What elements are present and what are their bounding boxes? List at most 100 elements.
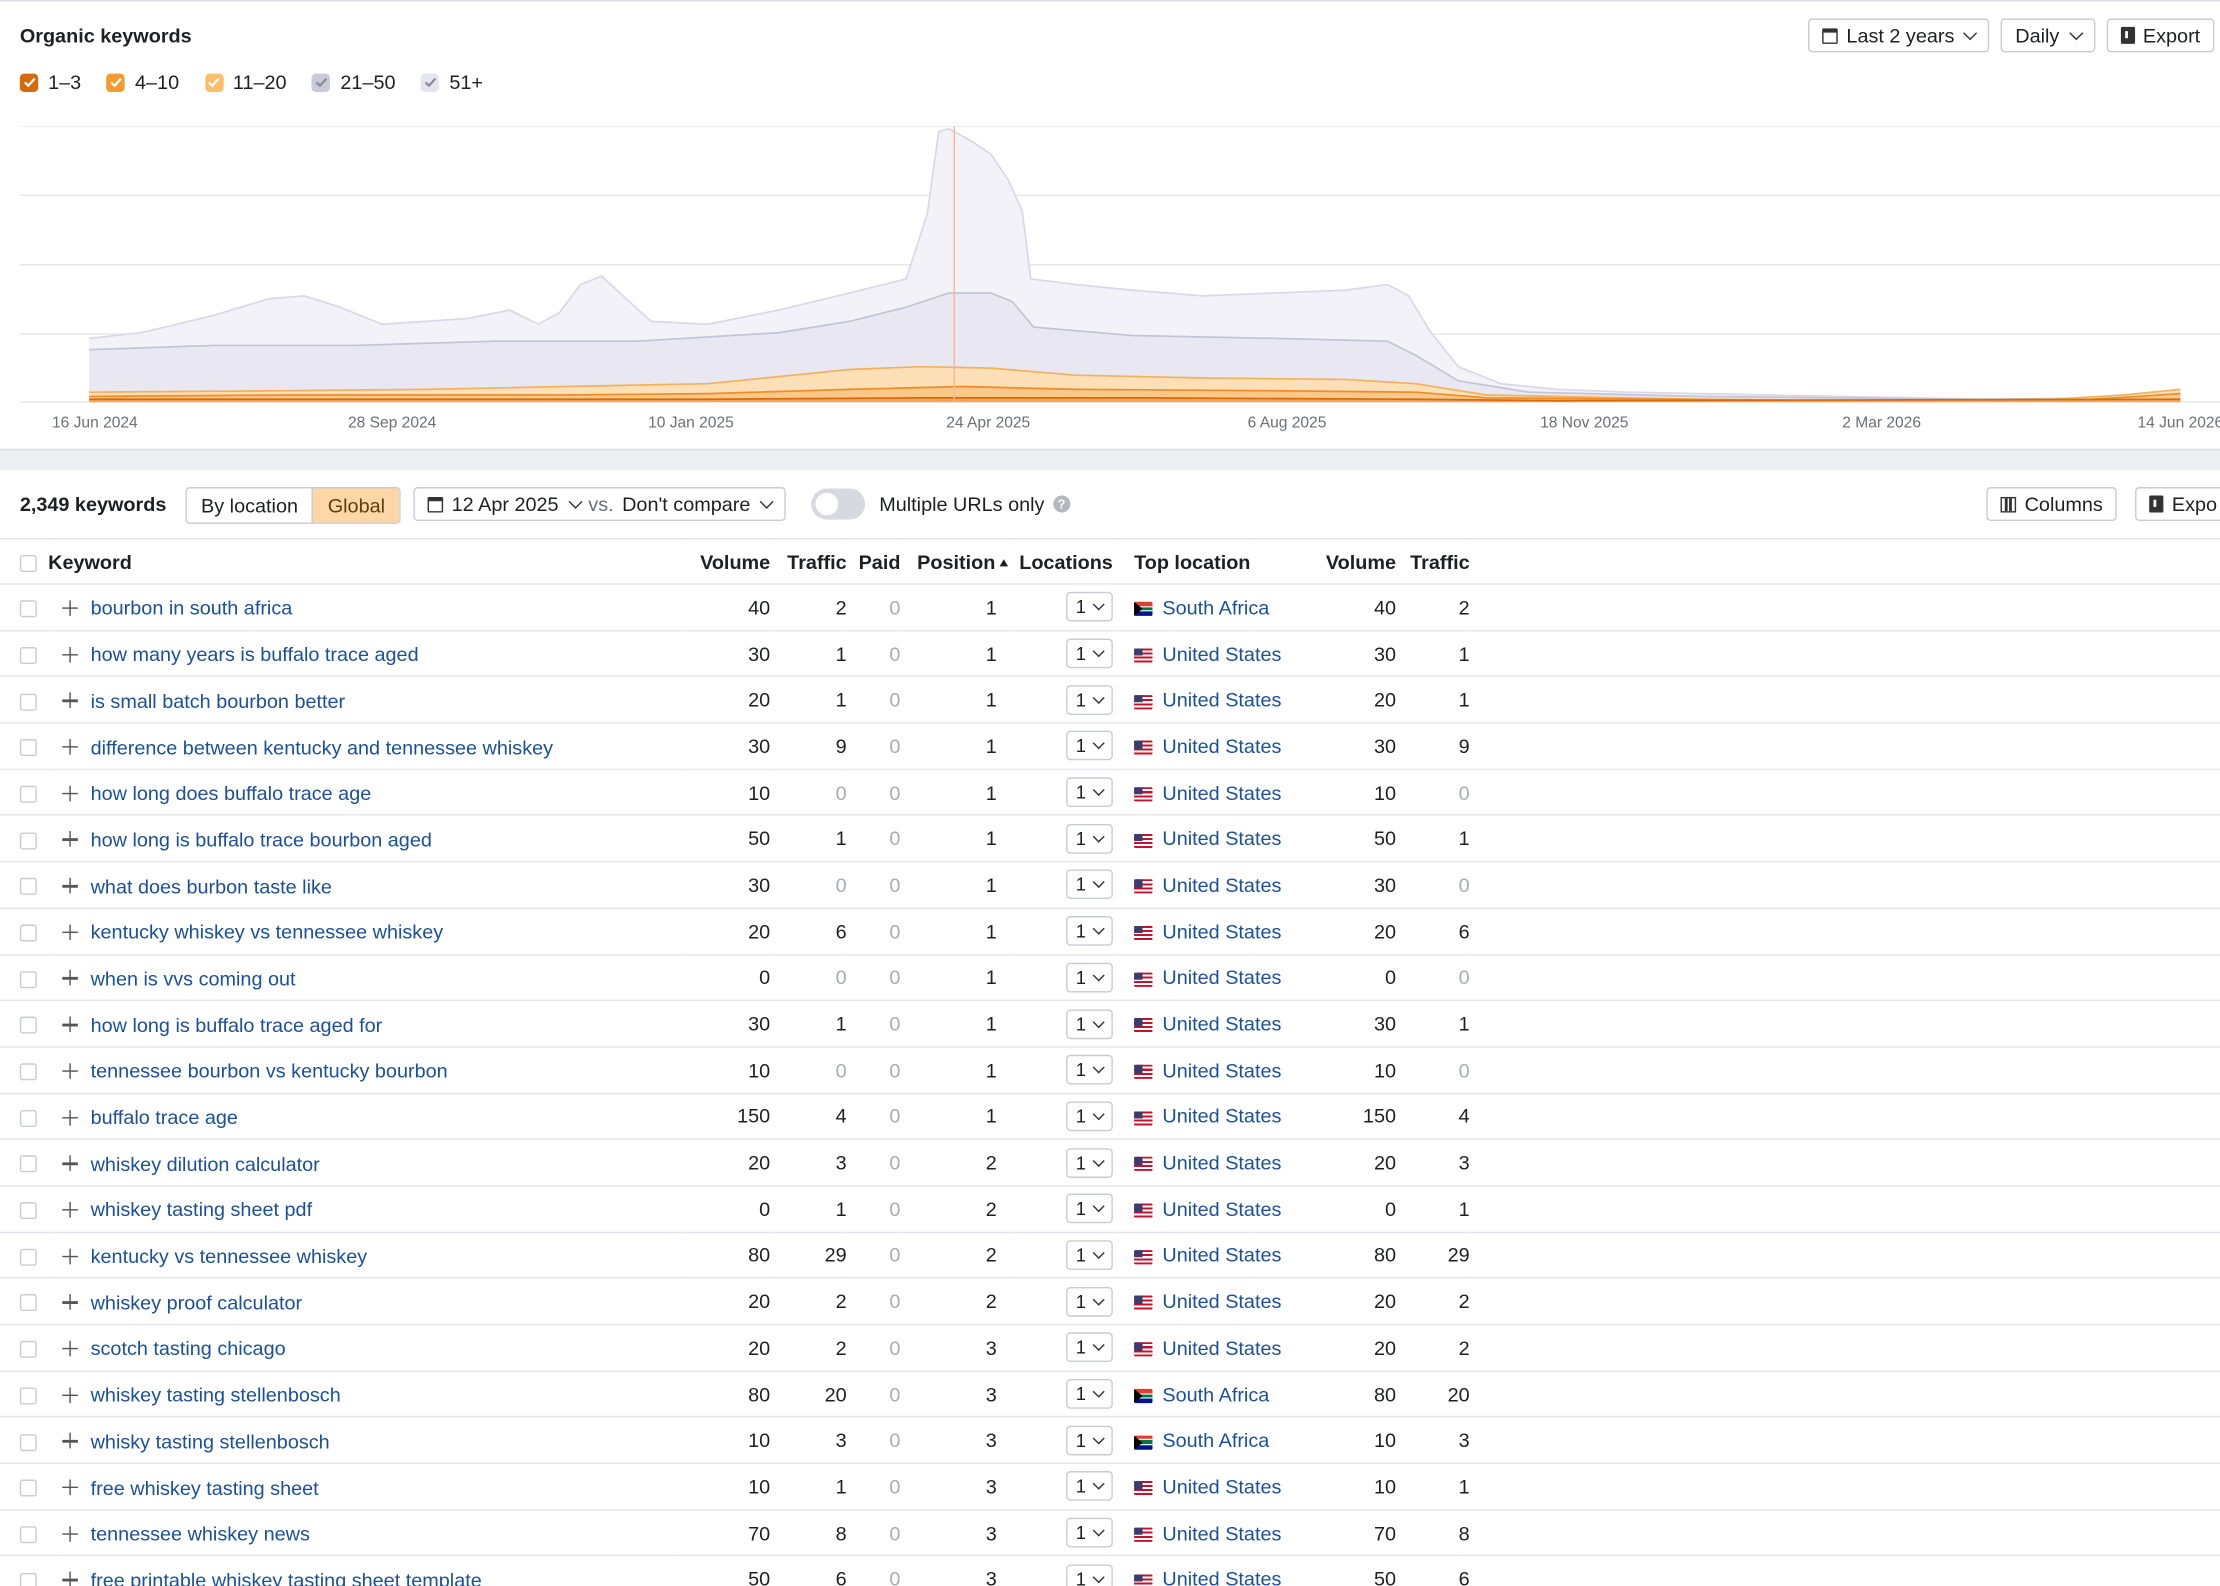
traffic2-header[interactable]: Traffic bbox=[1396, 539, 1469, 584]
locations-dropdown[interactable]: 1 bbox=[1065, 869, 1113, 900]
locations-dropdown[interactable]: 1 bbox=[1065, 962, 1113, 993]
keyword-link[interactable]: tennessee bourbon vs kentucky bourbon bbox=[78, 1060, 448, 1083]
add-keyword-icon[interactable] bbox=[62, 1525, 78, 1542]
row-checkbox[interactable] bbox=[19, 878, 37, 896]
add-keyword-icon[interactable] bbox=[62, 877, 78, 894]
add-keyword-icon[interactable] bbox=[62, 924, 78, 940]
country-link[interactable]: United States bbox=[1162, 688, 1281, 711]
country-link[interactable]: United States bbox=[1162, 1105, 1281, 1128]
locations-dropdown[interactable]: 1 bbox=[1065, 916, 1113, 946]
country-link[interactable]: United States bbox=[1162, 1197, 1281, 1220]
select-all-checkbox[interactable] bbox=[19, 554, 37, 572]
add-keyword-icon[interactable] bbox=[62, 646, 78, 663]
country-link[interactable]: United States bbox=[1162, 642, 1281, 665]
global-option[interactable]: Global bbox=[312, 488, 400, 523]
keyword-link[interactable]: when is vvs coming out bbox=[78, 967, 296, 990]
add-keyword-icon[interactable] bbox=[62, 1063, 78, 1079]
keyword-link[interactable]: buffalo trace age bbox=[78, 1106, 238, 1129]
row-checkbox[interactable] bbox=[19, 1526, 37, 1544]
row-checkbox[interactable] bbox=[19, 1387, 37, 1405]
add-keyword-icon[interactable] bbox=[62, 1387, 78, 1403]
granularity-dropdown[interactable]: Daily bbox=[2001, 18, 2095, 53]
keyword-link[interactable]: whiskey tasting sheet pdf bbox=[78, 1198, 312, 1221]
row-checkbox[interactable] bbox=[19, 924, 37, 942]
add-keyword-icon[interactable] bbox=[62, 1155, 78, 1172]
row-checkbox[interactable] bbox=[19, 1340, 37, 1358]
row-checkbox[interactable] bbox=[19, 1109, 37, 1127]
columns-button[interactable]: Columns bbox=[1986, 487, 2118, 522]
locations-dropdown[interactable]: 1 bbox=[1065, 592, 1113, 623]
legend-checkbox[interactable] bbox=[19, 72, 39, 92]
legend-item[interactable]: 4–10 bbox=[106, 71, 179, 93]
legend-checkbox[interactable] bbox=[421, 72, 440, 92]
keyword-link[interactable]: tennessee whiskey news bbox=[78, 1522, 310, 1545]
country-link[interactable]: United States bbox=[1162, 827, 1281, 850]
country-link[interactable]: United States bbox=[1162, 735, 1281, 758]
row-checkbox[interactable] bbox=[19, 970, 37, 988]
add-keyword-icon[interactable] bbox=[62, 692, 78, 709]
add-keyword-icon[interactable] bbox=[62, 600, 78, 616]
keyword-link[interactable]: how long is buffalo trace aged for bbox=[78, 1013, 383, 1036]
keyword-header[interactable]: Keyword bbox=[48, 539, 685, 584]
country-link[interactable]: United States bbox=[1162, 920, 1281, 943]
row-checkbox[interactable] bbox=[19, 1017, 37, 1035]
add-keyword-icon[interactable] bbox=[62, 1109, 78, 1125]
help-icon[interactable]: ? bbox=[1052, 495, 1070, 513]
row-checkbox[interactable] bbox=[19, 646, 37, 664]
legend-item[interactable]: 21–50 bbox=[312, 71, 396, 93]
locations-dropdown[interactable]: 1 bbox=[1065, 1517, 1113, 1548]
country-link[interactable]: United States bbox=[1162, 874, 1281, 897]
add-keyword-icon[interactable] bbox=[62, 1248, 78, 1264]
locations-dropdown[interactable]: 1 bbox=[1065, 1101, 1113, 1132]
country-link[interactable]: United States bbox=[1162, 1336, 1281, 1359]
locations-dropdown[interactable]: 1 bbox=[1065, 1286, 1113, 1317]
add-keyword-icon[interactable] bbox=[62, 1433, 78, 1449]
row-checkbox[interactable] bbox=[19, 1572, 37, 1586]
legend-checkbox[interactable] bbox=[106, 72, 126, 92]
keyword-link[interactable]: kentucky whiskey vs tennessee whiskey bbox=[78, 921, 444, 944]
locations-dropdown[interactable]: 1 bbox=[1065, 731, 1113, 761]
date-picker[interactable]: 12 Apr 2025 vs. Don't compare bbox=[413, 487, 786, 522]
keyword-link[interactable]: how long is buffalo trace bourbon aged bbox=[78, 828, 432, 851]
by-location-option[interactable]: By location bbox=[187, 488, 312, 522]
locations-dropdown[interactable]: 1 bbox=[1065, 684, 1113, 715]
volume2-header[interactable]: Volume bbox=[1254, 539, 1396, 584]
locations-dropdown[interactable]: 1 bbox=[1065, 1240, 1113, 1270]
row-checkbox[interactable] bbox=[19, 1433, 37, 1451]
add-keyword-icon[interactable] bbox=[62, 1201, 78, 1218]
row-checkbox[interactable] bbox=[19, 785, 37, 803]
country-link[interactable]: United States bbox=[1162, 1521, 1281, 1544]
country-link[interactable]: South Africa bbox=[1162, 596, 1269, 619]
locations-dropdown[interactable]: 1 bbox=[1065, 638, 1113, 669]
position-header[interactable]: Position bbox=[900, 539, 1009, 584]
keyword-link[interactable]: bourbon in south africa bbox=[78, 597, 293, 620]
country-link[interactable]: South Africa bbox=[1162, 1383, 1269, 1406]
row-checkbox[interactable] bbox=[19, 600, 37, 618]
country-link[interactable]: United States bbox=[1162, 1151, 1281, 1174]
top-location-header[interactable]: Top location bbox=[1113, 539, 1255, 584]
country-link[interactable]: United States bbox=[1162, 1290, 1281, 1313]
add-keyword-icon[interactable] bbox=[62, 739, 78, 755]
add-keyword-icon[interactable] bbox=[62, 1572, 78, 1586]
country-link[interactable]: United States bbox=[1162, 781, 1281, 804]
keyword-link[interactable]: what does burbon taste like bbox=[78, 874, 332, 897]
volume-header[interactable]: Volume bbox=[685, 539, 770, 584]
locations-dropdown[interactable]: 1 bbox=[1065, 1055, 1113, 1085]
row-checkbox[interactable] bbox=[19, 1063, 37, 1081]
paid-header[interactable]: Paid bbox=[847, 539, 901, 584]
country-link[interactable]: United States bbox=[1162, 1244, 1281, 1267]
country-link[interactable]: South Africa bbox=[1162, 1429, 1269, 1452]
locations-dropdown[interactable]: 1 bbox=[1065, 823, 1113, 854]
locations-dropdown[interactable]: 1 bbox=[1065, 1379, 1113, 1409]
keyword-link[interactable]: scotch tasting chicago bbox=[78, 1337, 286, 1360]
add-keyword-icon[interactable] bbox=[62, 1294, 78, 1311]
add-keyword-icon[interactable] bbox=[62, 1340, 78, 1357]
locations-dropdown[interactable]: 1 bbox=[1065, 1147, 1113, 1178]
country-link[interactable]: United States bbox=[1162, 1059, 1281, 1082]
locations-dropdown[interactable]: 1 bbox=[1065, 1193, 1113, 1224]
row-checkbox[interactable] bbox=[19, 831, 37, 849]
legend-checkbox[interactable] bbox=[204, 72, 224, 92]
export-button[interactable]: Export bbox=[2106, 18, 2215, 53]
row-checkbox[interactable] bbox=[19, 739, 37, 757]
table-export-button[interactable]: Expo bbox=[2135, 487, 2220, 522]
